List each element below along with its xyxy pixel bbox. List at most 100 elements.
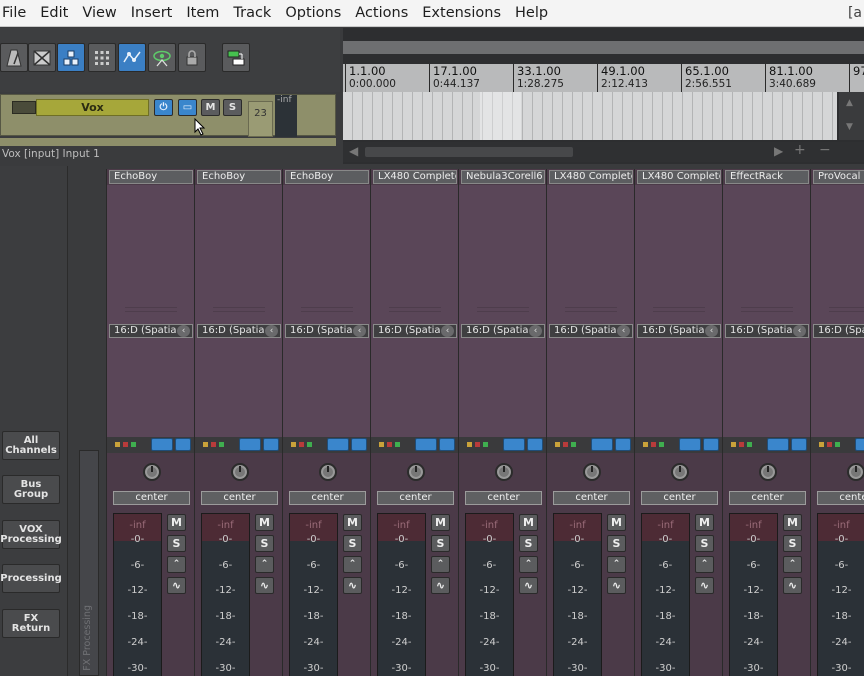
menu-view[interactable]: View [75, 0, 123, 27]
volume-meter[interactable]: -inf -0- -6- -12- -18- -24- -30- [465, 513, 514, 676]
phase-button[interactable]: ⌃ [695, 556, 714, 573]
fx-env-button[interactable]: ∿ [607, 577, 626, 594]
pan-control[interactable]: center [553, 491, 630, 505]
fx-env-button[interactable]: ∿ [783, 577, 802, 594]
solo-button[interactable]: S [431, 535, 450, 552]
region-lane[interactable] [343, 41, 864, 54]
input-monitor-button[interactable]: ▭ [178, 99, 197, 116]
zoom-in-icon[interactable]: + [794, 142, 806, 158]
solo-button[interactable]: S [255, 535, 274, 552]
horizontal-scrollbar[interactable]: ◀ ▶ + − [343, 142, 864, 162]
solo-button[interactable]: S [167, 535, 186, 552]
phase-button[interactable]: ⌃ [519, 556, 538, 573]
track-solo-button[interactable]: S [223, 99, 242, 116]
mixer-strip[interactable]: LX480 Complete 16:D (Spatia ‹ center -inf -0-… [370, 169, 459, 676]
mixer-strip[interactable]: LX480 Complete 16:D (Spatia ‹ center -inf -0-… [546, 169, 635, 676]
fx-env-button[interactable]: ∿ [343, 577, 362, 594]
pan-control[interactable]: center [465, 491, 542, 505]
ruler-marker[interactable]: 97 [849, 64, 864, 92]
menu-options[interactable]: Options [278, 0, 348, 27]
fx-chain[interactable] [283, 185, 371, 453]
send-arrow-icon[interactable]: ‹ [793, 325, 806, 337]
menu-help[interactable]: Help [508, 0, 555, 27]
zoom-out-icon[interactable]: − [819, 142, 831, 158]
volume-meter[interactable]: -inf -0- -6- -12- -18- -24- -30- [553, 513, 602, 676]
fx-slot-name[interactable]: Nebula3Corell6 [461, 170, 545, 184]
track-lane-vox[interactable] [343, 92, 837, 140]
fx-chain[interactable] [371, 185, 459, 453]
menu-actions[interactable]: Actions [348, 0, 415, 27]
width-knob[interactable] [407, 463, 425, 481]
width-knob[interactable] [495, 463, 513, 481]
mixer-strip[interactable]: EchoBoy 16:D (Spatia ‹ center -inf -0- -6- -12-… [106, 169, 195, 676]
mute-button[interactable]: M [695, 514, 714, 531]
input-monitor-button[interactable] [239, 438, 261, 451]
menu-edit[interactable]: Edit [33, 0, 75, 27]
mixer-strip[interactable]: EchoBoy 16:D (Spatia ‹ center -inf -0- -6- -12-… [282, 169, 371, 676]
send-slot[interactable]: 16:D (Spatia‹ [813, 324, 864, 338]
fx-power-button[interactable] [615, 438, 631, 451]
mute-button[interactable]: M [783, 514, 802, 531]
mixer-strip[interactable]: Nebula3Corell6 16:D (Spatia ‹ center -inf -0-… [458, 169, 547, 676]
mixer-strip[interactable]: EffectRack 16:D (Spatia ‹ center -inf -0- -6- -… [722, 169, 811, 676]
phase-button[interactable]: ⌃ [431, 556, 450, 573]
menu-file[interactable]: File [0, 0, 33, 27]
menu-track[interactable]: Track [226, 0, 278, 27]
send-arrow-icon[interactable]: ‹ [705, 325, 718, 337]
phase-button[interactable]: ⌃ [255, 556, 274, 573]
send-arrow-icon[interactable]: ‹ [529, 325, 542, 337]
send-arrow-icon[interactable]: ‹ [177, 325, 190, 337]
pan-control[interactable]: center [729, 491, 806, 505]
solo-button[interactable]: S [695, 535, 714, 552]
fx-power-button[interactable] [439, 438, 455, 451]
input-monitor-button[interactable] [503, 438, 525, 451]
fx-chain[interactable] [811, 185, 864, 453]
fx-power-button[interactable] [791, 438, 807, 451]
mute-button[interactable]: M [607, 514, 626, 531]
phase-button[interactable]: ⌃ [783, 556, 802, 573]
phase-button[interactable]: ⌃ [343, 556, 362, 573]
fx-slot-name[interactable]: EchoBoy [197, 170, 281, 184]
lock-button[interactable] [178, 43, 206, 72]
phase-button[interactable]: ⌃ [167, 556, 186, 573]
mute-button[interactable]: M [167, 514, 186, 531]
timeline-ruler[interactable]: 1.1.00 0:00.000 17.1.00 0:44.137 33.1.00 1:28… [343, 64, 864, 92]
volume-meter[interactable]: -inf -0- -6- -12- -18- -24- -30- [817, 513, 864, 676]
width-knob[interactable] [583, 463, 601, 481]
time-selection[interactable] [480, 92, 521, 140]
folder-button[interactable]: All Channels [2, 431, 60, 460]
fx-chain[interactable] [635, 185, 723, 453]
ruler-marker[interactable]: 1.1.00 0:00.000 [345, 64, 396, 92]
menu-extensions[interactable]: Extensions [415, 0, 508, 27]
input-monitor-button[interactable] [679, 438, 701, 451]
volume-meter[interactable]: -inf -0- -6- -12- -18- -24- -30- [113, 513, 162, 676]
fx-env-button[interactable]: ∿ [255, 577, 274, 594]
input-monitor-button[interactable] [415, 438, 437, 451]
fx-power-button[interactable] [175, 438, 191, 451]
send-arrow-icon[interactable]: ‹ [265, 325, 278, 337]
width-knob[interactable] [319, 463, 337, 481]
item-visibility-button[interactable] [148, 43, 176, 72]
scroll-up-icon[interactable]: ▲ [846, 98, 853, 108]
menu-item[interactable]: Item [179, 0, 226, 27]
volume-meter[interactable]: -inf -0- -6- -12- -18- -24- -30- [377, 513, 426, 676]
solo-button[interactable]: S [343, 535, 362, 552]
volume-meter[interactable]: -inf -0- -6- -12- -18- -24- -30- [289, 513, 338, 676]
width-knob[interactable] [231, 463, 249, 481]
pan-control[interactable]: center [641, 491, 718, 505]
fx-slot-name[interactable]: LX480 Complete [637, 170, 721, 184]
mute-button[interactable]: M [255, 514, 274, 531]
fx-chain[interactable] [459, 185, 547, 453]
vertical-scrollbar[interactable]: ▲ ▼ [839, 92, 864, 140]
send-slot[interactable]: 16:D (Spatia‹ [109, 324, 193, 338]
solo-button[interactable]: S [607, 535, 626, 552]
width-knob[interactable] [759, 463, 777, 481]
menu-overflow[interactable]: [a [848, 0, 864, 27]
input-monitor-button[interactable] [855, 438, 864, 451]
width-knob[interactable] [847, 463, 864, 481]
fx-slot-name[interactable]: EchoBoy [109, 170, 193, 184]
volume-meter[interactable]: -inf -0- -6- -12- -18- -24- -30- [201, 513, 250, 676]
volume-meter[interactable]: -inf -0- -6- -12- -18- -24- -30- [641, 513, 690, 676]
arrange-view[interactable]: 1.1.00 0:00.000 17.1.00 0:44.137 33.1.00 1:28… [343, 28, 864, 164]
folder-button[interactable]: FX Return [2, 609, 60, 638]
